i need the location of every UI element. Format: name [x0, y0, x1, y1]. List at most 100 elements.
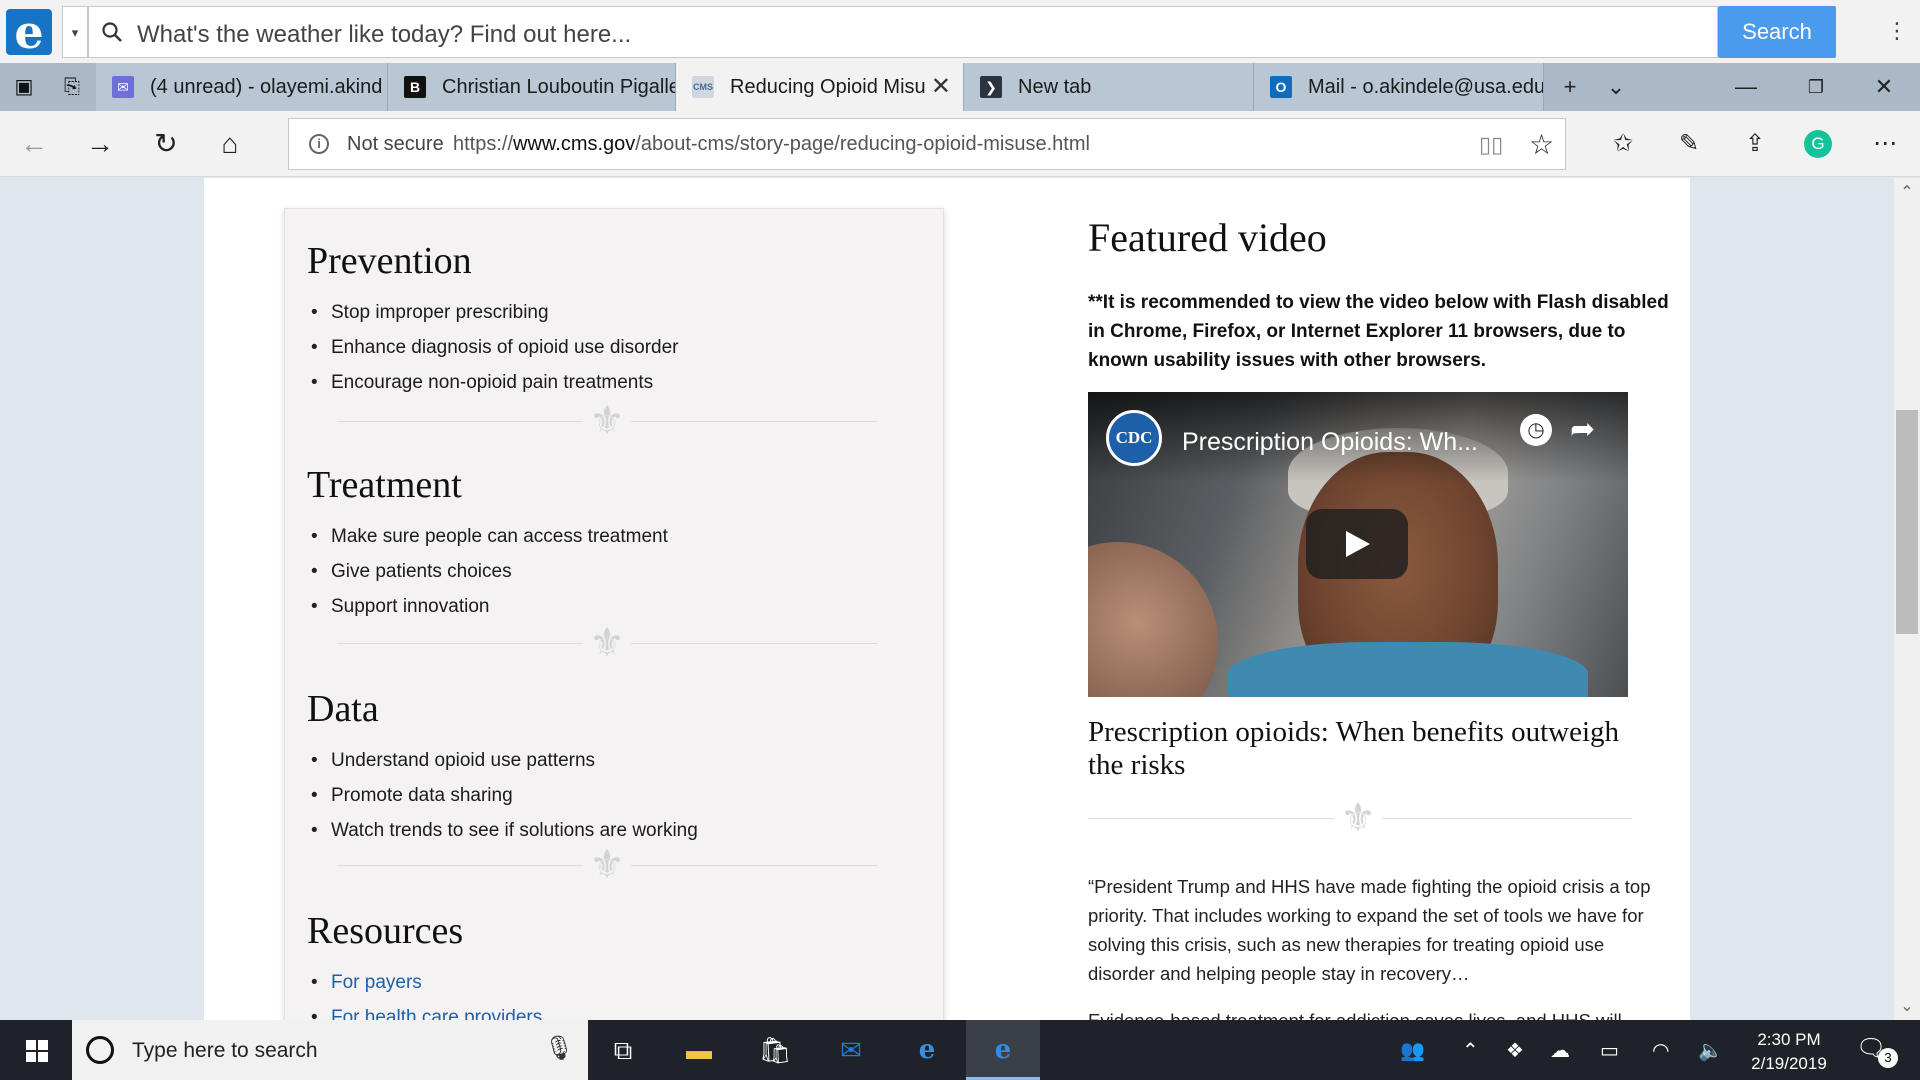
- scrollbar-thumb[interactable]: [1896, 410, 1918, 634]
- tab-tools: ▣ ⎘: [0, 63, 96, 111]
- section-divider: ⚜: [337, 845, 877, 885]
- page-content: Prevention Stop improper prescribing Enh…: [204, 178, 1690, 1020]
- volume-icon[interactable]: 🔈: [1698, 1038, 1723, 1063]
- security-label: Not secure: [347, 133, 444, 155]
- share-arrow-icon[interactable]: ➦: [1570, 412, 1595, 447]
- play-button[interactable]: [1306, 509, 1408, 579]
- fleur-de-lis-icon: ⚜: [583, 401, 631, 441]
- strategy-card: Prevention Stop improper prescribing Enh…: [284, 208, 944, 1020]
- tab-label: Mail - o.akindele@usa.edu: [1308, 76, 1544, 98]
- grammarly-icon[interactable]: G: [1804, 130, 1832, 158]
- resource-link-providers[interactable]: For health care providers: [309, 1000, 542, 1020]
- minimize-icon[interactable]: —: [1716, 63, 1776, 111]
- favorites-hub-icon[interactable]: ✩: [1606, 127, 1640, 161]
- tab-louboutin[interactable]: B Christian Louboutin Pigalle: [388, 63, 676, 111]
- list-item: Understand opioid use patterns: [309, 743, 698, 778]
- list-item: Enhance diagnosis of opioid use disorder: [309, 330, 679, 365]
- dropbox-icon[interactable]: ❖: [1506, 1038, 1524, 1063]
- add-notes-icon[interactable]: ✎: [1672, 127, 1706, 161]
- tabs-aside-icon[interactable]: ▣: [12, 75, 36, 99]
- b-site-icon: B: [404, 76, 426, 98]
- section-divider: ⚜: [1088, 798, 1632, 838]
- info-icon[interactable]: i: [309, 134, 329, 154]
- section-title-prevention: Prevention: [307, 240, 472, 282]
- system-clock[interactable]: 2:30 PM 2/19/2019: [1734, 1028, 1844, 1076]
- microphone-icon[interactable]: 🎙: [544, 1034, 574, 1063]
- taskbar-search-box[interactable]: Type here to search 🎙: [72, 1020, 588, 1080]
- outlook-taskbar-icon[interactable]: ✉: [814, 1020, 888, 1080]
- file-explorer-icon[interactable]: ▬: [662, 1020, 736, 1080]
- watch-later-icon[interactable]: ◷: [1520, 414, 1552, 446]
- restore-icon[interactable]: ❐: [1786, 63, 1846, 111]
- tab-label: Christian Louboutin Pigalle: [442, 76, 676, 98]
- more-options-icon[interactable]: ⋮: [1886, 18, 1908, 44]
- list-item: Watch trends to see if solutions are wor…: [309, 813, 698, 848]
- resources-list: For payers For health care providers: [309, 965, 542, 1020]
- people-icon[interactable]: 👥: [1400, 1038, 1425, 1063]
- home-icon[interactable]: ⌂: [210, 124, 250, 164]
- search-input[interactable]: What's the weather like today? Find out …: [88, 6, 1718, 58]
- wifi-icon[interactable]: ◠: [1652, 1038, 1669, 1063]
- action-center-icon[interactable]: 🗨 3: [1856, 1034, 1898, 1068]
- start-button[interactable]: [0, 1020, 72, 1080]
- clock-date: 2/19/2019: [1751, 1054, 1827, 1073]
- forward-icon[interactable]: →: [80, 124, 120, 164]
- video-title[interactable]: Prescription Opioids: Wh...: [1182, 428, 1478, 457]
- close-tab-icon[interactable]: ✕: [931, 63, 951, 111]
- favorite-star-icon[interactable]: ☆: [1529, 128, 1554, 161]
- browser-note: **It is recommended to view the video be…: [1088, 292, 1669, 371]
- reading-view-icon[interactable]: ▯▯: [1479, 132, 1503, 158]
- settings-more-icon[interactable]: ⋯: [1868, 127, 1902, 161]
- scroll-down-icon[interactable]: ⌄: [1894, 996, 1920, 1016]
- bing-search-bar: e ▾ What's the weather like today? Find …: [0, 0, 1920, 63]
- windows-taskbar: Type here to search 🎙 ⧉ ▬ 🛍 ✉ e e 👥 ⌃ ❖ …: [0, 1020, 1920, 1080]
- quote-paragraph: “President Trump and HHS have made fight…: [1088, 876, 1651, 984]
- tab-mail-unread[interactable]: ✉ (4 unread) - olayemi.akind: [96, 63, 388, 111]
- close-window-icon[interactable]: ✕: [1854, 63, 1914, 111]
- featured-video-title: Featured video: [1088, 215, 1327, 260]
- clock-time: 2:30 PM: [1757, 1030, 1821, 1049]
- ie-logo-icon[interactable]: e: [6, 9, 52, 55]
- tab-label: New tab: [1018, 76, 1092, 98]
- address-field[interactable]: i Not secure https://www.cms.gov/about-c…: [288, 118, 1566, 170]
- tab-preview-chevron-icon[interactable]: ⌄: [1586, 63, 1646, 111]
- search-button[interactable]: Search: [1718, 6, 1836, 58]
- resource-link-payers[interactable]: For payers: [309, 965, 542, 1000]
- section-divider: ⚜: [337, 401, 877, 441]
- tab-label: (4 unread) - olayemi.akind: [150, 76, 383, 98]
- treatment-list: Make sure people can access treatment Gi…: [309, 519, 668, 624]
- onedrive-icon[interactable]: ☁: [1550, 1038, 1570, 1063]
- tab-reducing-opioid[interactable]: CMS Reducing Opioid Misu ✕: [676, 63, 964, 111]
- tab-strip: ▣ ⎘ ✉ (4 unread) - olayemi.akind B Chris…: [0, 63, 1920, 111]
- list-item: Give patients choices: [309, 554, 668, 589]
- data-list: Understand opioid use patterns Promote d…: [309, 743, 698, 848]
- notification-count-badge: 3: [1878, 1048, 1898, 1068]
- edge-taskbar-icon[interactable]: e: [966, 1020, 1040, 1080]
- search-icon: [102, 22, 122, 42]
- list-item: Support innovation: [309, 589, 668, 624]
- task-view-icon[interactable]: ⧉: [586, 1020, 660, 1080]
- show-hidden-icons-chevron[interactable]: ⌃: [1462, 1038, 1479, 1063]
- tab-outlook-mail[interactable]: O Mail - o.akindele@usa.edu: [1254, 63, 1544, 111]
- cdc-logo[interactable]: CDC: [1106, 410, 1162, 466]
- search-placeholder: What's the weather like today? Find out …: [137, 21, 632, 48]
- share-icon[interactable]: ⇪: [1738, 127, 1772, 161]
- battery-icon[interactable]: ▭: [1600, 1038, 1619, 1063]
- search-dropdown-button[interactable]: ▾: [62, 6, 88, 58]
- refresh-icon[interactable]: ↻: [146, 124, 186, 164]
- store-icon[interactable]: 🛍: [738, 1020, 812, 1080]
- vertical-scrollbar[interactable]: ⌃ ⌄: [1894, 178, 1920, 1020]
- internet-explorer-icon[interactable]: e: [890, 1020, 964, 1080]
- video-player[interactable]: CDC Prescription Opioids: Wh... ◷ ➦: [1088, 392, 1628, 697]
- cms-icon: CMS: [692, 76, 714, 98]
- set-tabs-aside-icon[interactable]: ⎘: [60, 75, 84, 99]
- list-item: Stop improper prescribing: [309, 295, 679, 330]
- section-divider: ⚜: [337, 623, 877, 663]
- scroll-up-icon[interactable]: ⌃: [1894, 182, 1920, 202]
- back-icon[interactable]: ←: [14, 124, 54, 164]
- outlook-icon: O: [1270, 76, 1292, 98]
- section-title-resources: Resources: [307, 910, 464, 952]
- fleur-de-lis-icon: ⚜: [583, 623, 631, 663]
- tab-new-tab[interactable]: ❯ New tab: [964, 63, 1254, 111]
- newtab-icon: ❯: [980, 76, 1002, 98]
